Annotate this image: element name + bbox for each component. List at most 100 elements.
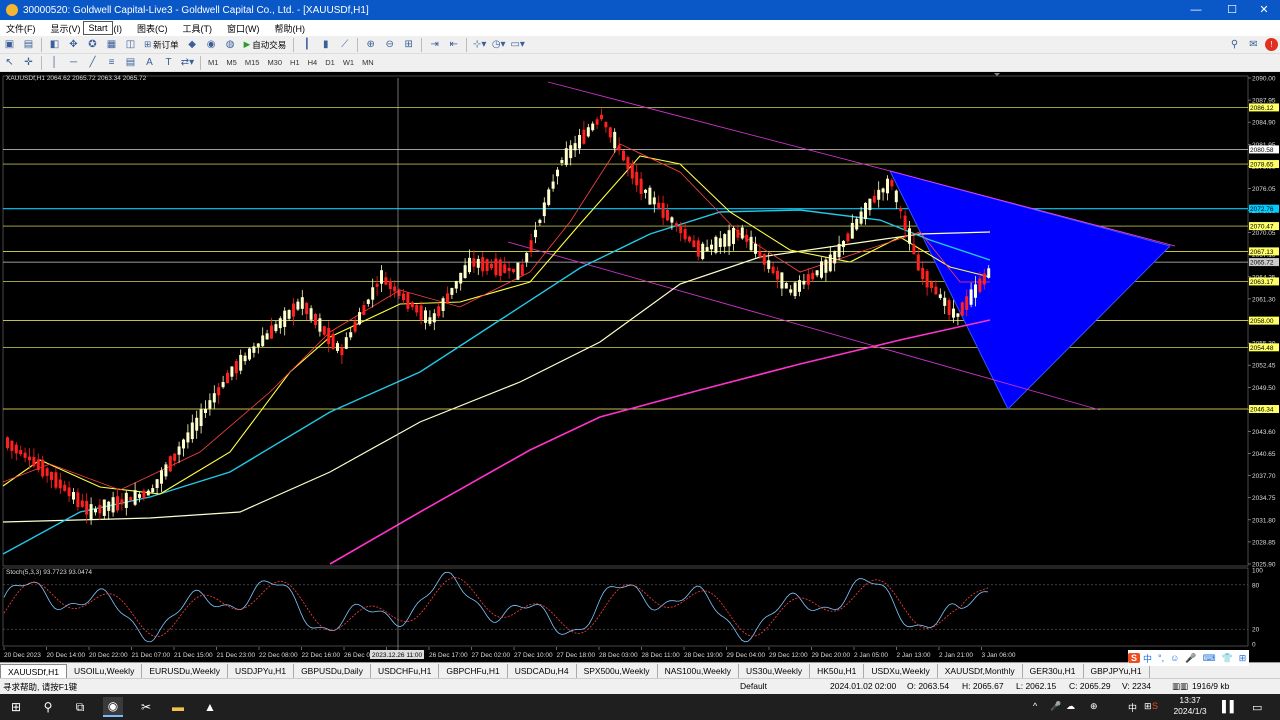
timeframe-mn[interactable]: MN [358,58,378,67]
candle-body[interactable] [833,250,837,264]
candle-body[interactable] [503,264,507,273]
candle-body[interactable] [116,496,119,511]
candle-body[interactable] [578,135,581,149]
candle-body[interactable] [437,306,441,317]
candle-body[interactable] [837,244,841,258]
candle-body[interactable] [529,240,533,252]
moving-average-red[interactable] [2,143,990,491]
candle-body[interactable] [881,188,885,193]
candle-body[interactable] [278,318,282,329]
timeframe-m5[interactable]: M5 [222,58,240,67]
candle-body[interactable] [221,382,225,388]
search-icon[interactable]: ⚲ [1227,37,1242,52]
candle-body[interactable] [344,337,348,349]
candle-body[interactable] [934,286,938,295]
candle-body[interactable] [877,189,881,200]
candle-body[interactable] [582,129,586,144]
candle-body[interactable] [76,492,80,508]
metatrader-app-icon[interactable]: ◉ [103,697,123,717]
candle-body[interactable] [657,202,661,209]
candle-body[interactable] [45,468,49,476]
chart-tab[interactable]: NAS100u,Weekly [658,663,740,678]
candle-body[interactable] [688,236,691,242]
candle-body[interactable] [41,459,45,477]
blue-triangle-object[interactable] [889,170,1171,410]
candle-body[interactable] [481,257,485,272]
candle-body[interactable] [32,456,36,467]
timeframe-h4[interactable]: H4 [304,58,322,67]
candle-body[interactable] [859,211,863,224]
candle-body[interactable] [679,225,683,234]
timeframe-h1[interactable]: H1 [286,58,304,67]
candle-body[interactable] [468,257,471,273]
candle-body[interactable] [318,318,322,332]
candle-body[interactable] [476,258,480,268]
candle-body[interactable] [846,233,850,242]
tile-windows-icon[interactable]: ⊞ [401,37,416,52]
candle-body[interactable] [921,268,925,280]
candle-body[interactable] [635,171,639,186]
auto-scroll-icon[interactable]: ⇥ [427,37,442,52]
candle-body[interactable] [107,501,111,511]
candle-body[interactable] [930,281,933,288]
chart-canvas[interactable]: 2090.002087.952084.902081.952079.002076.… [0,72,1280,662]
candlestick-icon[interactable]: ▮ [318,37,333,52]
channel-icon[interactable]: ≡ [104,55,119,70]
new-order-button[interactable]: ⊞ 新订单 [142,37,181,52]
templates-icon[interactable]: ▭▾ [510,37,525,52]
candle-body[interactable] [102,499,106,516]
candle-body[interactable] [732,227,735,245]
indicators-icon[interactable]: ⊹▾ [472,37,487,52]
vps-icon[interactable]: ◍ [223,37,238,52]
chart-shift-icon[interactable]: ⇤ [446,37,461,52]
timeframe-m1[interactable]: M1 [204,58,222,67]
candle-body[interactable] [978,278,982,292]
candle-body[interactable] [336,343,339,351]
candle-body[interactable] [226,372,229,384]
candle-body[interactable] [956,313,960,317]
candle-body[interactable] [353,321,357,332]
candle-body[interactable] [551,181,555,189]
candle-body[interactable] [894,190,898,203]
candle-body[interactable] [798,280,801,292]
candle-body[interactable] [234,361,238,374]
candle-body[interactable] [230,366,234,377]
candle-body[interactable] [419,305,423,320]
candle-body[interactable] [767,260,771,269]
candle-body[interactable] [793,282,797,297]
moving-average-yellow[interactable] [2,155,991,495]
candle-body[interactable] [754,243,757,254]
candle-body[interactable] [626,157,630,170]
new-chart-icon[interactable]: ▣ [2,37,17,52]
auto-trading-button[interactable]: ▶ 自动交易 [242,37,289,52]
price-chart[interactable]: 2090.002087.952084.902081.952079.002076.… [0,72,1280,662]
candle-body[interactable] [58,479,62,489]
zoom-out-icon[interactable]: ⊖ [382,37,397,52]
candle-body[interactable] [573,143,577,151]
candle-body[interactable] [520,264,524,276]
ime-voice-icon[interactable]: 🎤 [1182,653,1199,664]
candle-body[interactable] [890,180,894,187]
notification-icon[interactable]: ! [1265,38,1278,51]
candle-body[interactable] [402,293,405,301]
candle-body[interactable] [450,287,454,295]
candle-body[interactable] [639,178,643,194]
candle-body[interactable] [916,254,920,271]
candle-body[interactable] [776,270,779,280]
chart-tab[interactable]: SPX500u,Weekly [577,663,658,678]
candle-body[interactable] [212,393,216,403]
candle-body[interactable] [762,254,766,265]
candle-body[interactable] [274,324,278,332]
candle-body[interactable] [410,302,414,308]
minimize-button[interactable]: — [1180,0,1212,20]
candle-body[interactable] [256,343,260,347]
candle-body[interactable] [142,490,146,499]
bar-chart-icon[interactable]: ┃ [299,37,314,52]
candle-body[interactable] [886,178,889,194]
ime-skin-icon[interactable]: 👕 [1219,653,1236,664]
candle-body[interactable] [868,198,872,211]
menu-tools[interactable]: 工具(T) [177,22,222,35]
candle-body[interactable] [340,347,344,356]
text-icon[interactable]: A [142,55,157,70]
candle-body[interactable] [177,446,181,455]
